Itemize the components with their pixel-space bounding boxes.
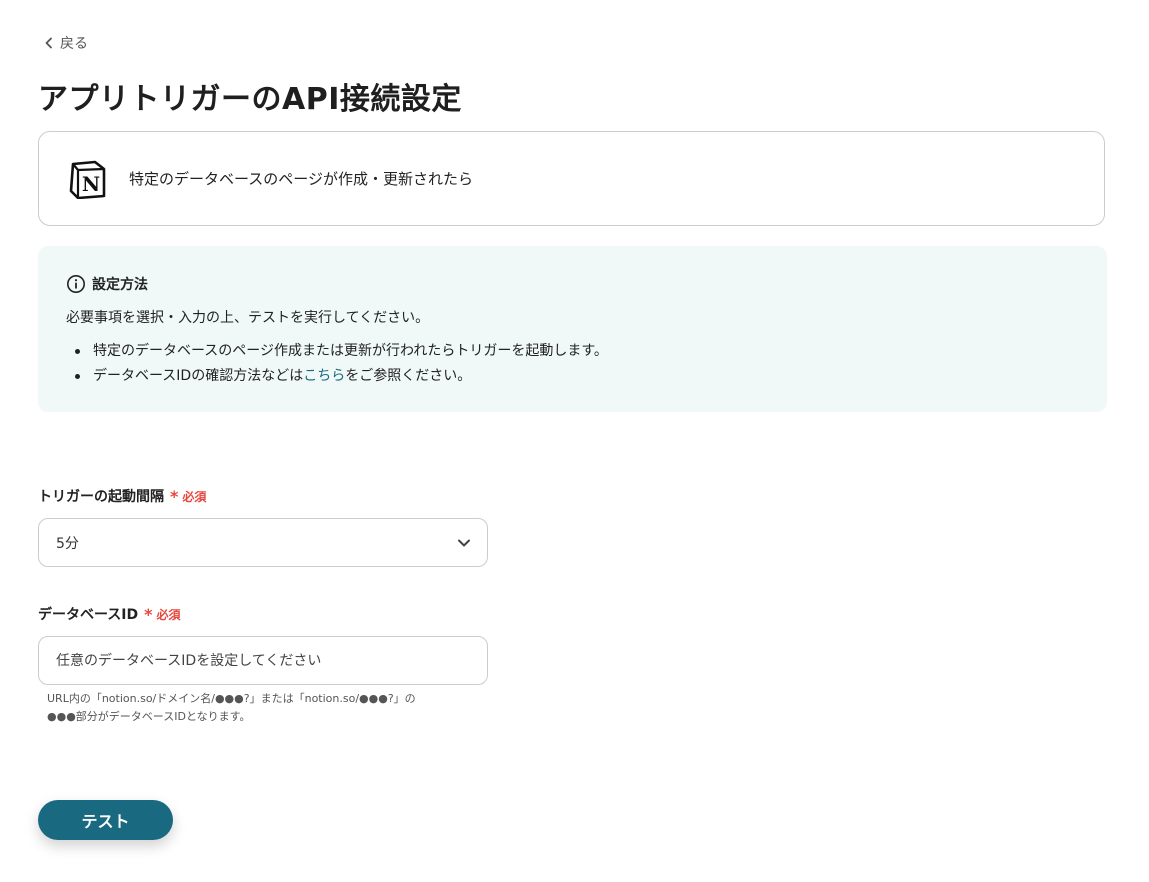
info-heading-label: 設定方法 xyxy=(92,277,148,293)
required-asterisk: * xyxy=(144,604,153,624)
info-icon xyxy=(67,275,85,293)
svg-text:N: N xyxy=(82,172,100,196)
interval-field-label: トリガーの起動間隔 * 必須 xyxy=(38,486,206,506)
database-id-help-text: URL内の「notion.so/ドメイン名/●●●?」または「notion.so… xyxy=(47,690,487,726)
help-text-line: ●●●部分がデータベースIDとなります。 xyxy=(47,710,251,723)
database-id-field-label: データベースID * 必須 xyxy=(38,604,181,624)
help-text-line: URL内の「notion.so/ドメイン名/●●●?」または「notion.so… xyxy=(47,692,416,705)
setup-info-box: 設定方法 必要事項を選択・入力の上、テストを実行してください。 特定のデータベー… xyxy=(38,246,1107,412)
info-heading: 設定方法 xyxy=(66,274,1079,294)
database-id-input[interactable] xyxy=(38,636,488,685)
app-trigger-card: N 特定のデータベースのページが作成・更新されたら xyxy=(38,131,1105,226)
info-bullet-text-before: データベースIDの確認方法などは xyxy=(93,368,304,384)
info-bullet-item: 特定のデータベースのページ作成または更新が行われたらトリガーを起動します。 xyxy=(75,339,1079,364)
info-bullet-text: 特定のデータベースのページ作成または更新が行われたらトリガーを起動します。 xyxy=(93,343,608,359)
interval-selected-value: 5分 xyxy=(56,535,79,552)
trigger-description: 特定のデータベースのページが作成・更新されたら xyxy=(129,170,473,188)
back-label: 戻る xyxy=(60,36,88,52)
info-bullet-text-after: をご参照ください。 xyxy=(345,368,472,384)
chevron-left-icon xyxy=(45,37,52,49)
page-title: アプリトリガーのAPI接続設定 xyxy=(38,82,462,117)
required-badge: 必須 xyxy=(182,489,207,504)
help-link[interactable]: こちら xyxy=(303,368,345,384)
info-bullet-list: 特定のデータベースのページ作成または更新が行われたらトリガーを起動します。 デー… xyxy=(66,339,1079,389)
interval-label-text: トリガーの起動間隔 xyxy=(38,489,164,505)
notion-logo-icon: N xyxy=(69,160,106,199)
required-asterisk: * xyxy=(170,486,179,506)
info-bullet-item: データベースIDの確認方法などはこちらをご参照ください。 xyxy=(75,364,1079,389)
back-link[interactable]: 戻る xyxy=(44,33,88,53)
page: 戻る アプリトリガーのAPI接続設定 N 特定のデータベースのページが作成・更新… xyxy=(0,0,1149,882)
test-button[interactable]: テスト xyxy=(38,800,173,840)
info-description: 必要事項を選択・入力の上、テストを実行してください。 xyxy=(66,310,430,326)
chevron-down-icon xyxy=(458,539,470,546)
required-badge: 必須 xyxy=(156,607,181,622)
interval-select[interactable]: 5分 xyxy=(38,518,488,567)
database-id-label-text: データベースID xyxy=(38,607,139,623)
